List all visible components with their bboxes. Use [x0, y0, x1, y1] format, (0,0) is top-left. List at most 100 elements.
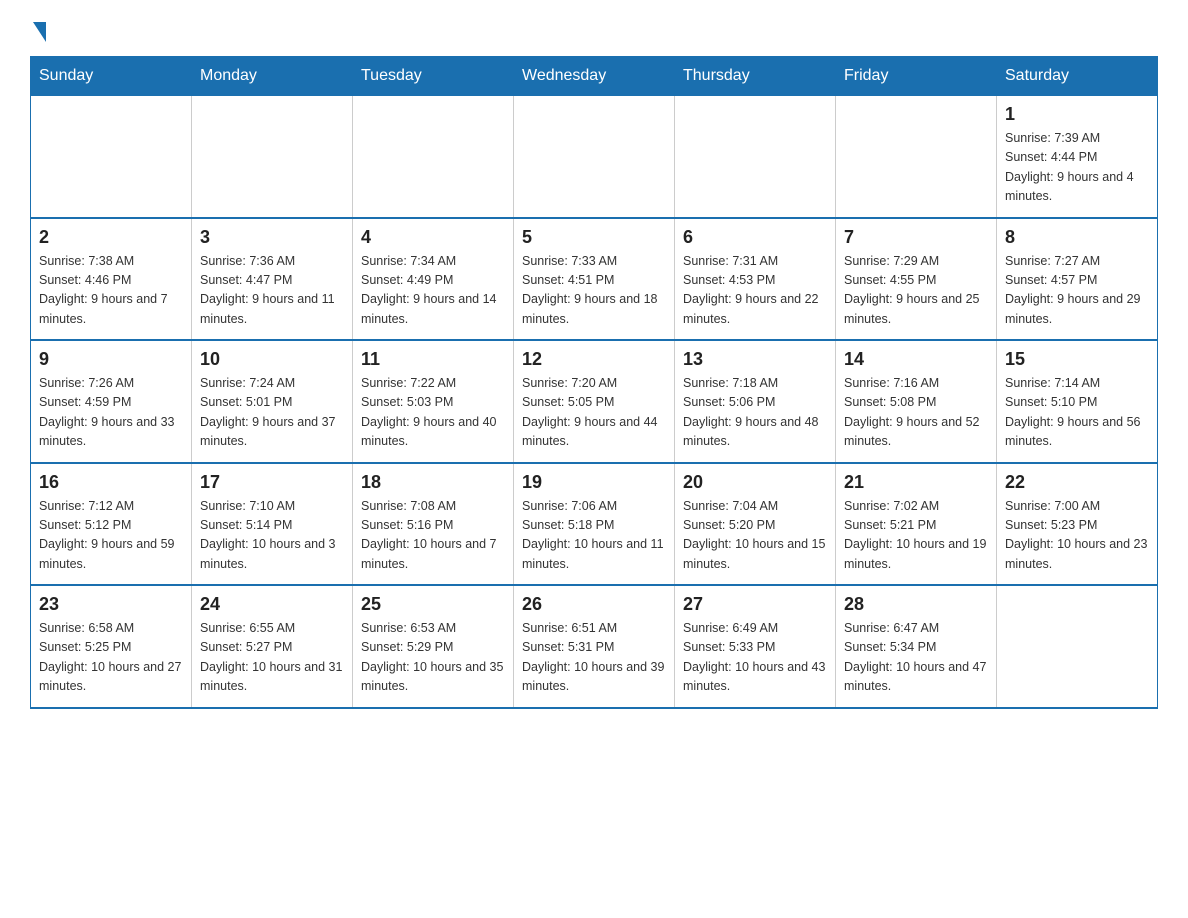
day-of-week-header: Tuesday [353, 57, 514, 96]
calendar-week-row: 23 Sunrise: 6:58 AM Sunset: 5:25 PM Dayli… [31, 585, 1158, 708]
day-info: Sunrise: 7:34 AM Sunset: 4:49 PM Dayligh… [361, 252, 505, 330]
day-info: Sunrise: 6:58 AM Sunset: 5:25 PM Dayligh… [39, 619, 183, 697]
day-number: 21 [844, 472, 988, 493]
logo-arrow-icon [33, 22, 46, 42]
calendar-day-cell: 3 Sunrise: 7:36 AM Sunset: 4:47 PM Daylig… [192, 218, 353, 341]
day-info: Sunrise: 7:16 AM Sunset: 5:08 PM Dayligh… [844, 374, 988, 452]
days-of-week-row: SundayMondayTuesdayWednesdayThursdayFrid… [31, 57, 1158, 96]
calendar-day-cell [514, 96, 675, 218]
day-info: Sunrise: 7:33 AM Sunset: 4:51 PM Dayligh… [522, 252, 666, 330]
calendar-day-cell: 8 Sunrise: 7:27 AM Sunset: 4:57 PM Daylig… [997, 218, 1158, 341]
calendar-day-cell: 19 Sunrise: 7:06 AM Sunset: 5:18 PM Dayli… [514, 463, 675, 586]
calendar-day-cell: 5 Sunrise: 7:33 AM Sunset: 4:51 PM Daylig… [514, 218, 675, 341]
calendar-day-cell: 11 Sunrise: 7:22 AM Sunset: 5:03 PM Dayli… [353, 340, 514, 463]
day-info: Sunrise: 7:38 AM Sunset: 4:46 PM Dayligh… [39, 252, 183, 330]
day-info: Sunrise: 7:20 AM Sunset: 5:05 PM Dayligh… [522, 374, 666, 452]
calendar-day-cell: 25 Sunrise: 6:53 AM Sunset: 5:29 PM Dayli… [353, 585, 514, 708]
day-number: 4 [361, 227, 505, 248]
day-info: Sunrise: 7:39 AM Sunset: 4:44 PM Dayligh… [1005, 129, 1149, 207]
calendar-day-cell: 22 Sunrise: 7:00 AM Sunset: 5:23 PM Dayli… [997, 463, 1158, 586]
day-of-week-header: Sunday [31, 57, 192, 96]
day-info: Sunrise: 6:55 AM Sunset: 5:27 PM Dayligh… [200, 619, 344, 697]
calendar-day-cell: 4 Sunrise: 7:34 AM Sunset: 4:49 PM Daylig… [353, 218, 514, 341]
day-info: Sunrise: 7:12 AM Sunset: 5:12 PM Dayligh… [39, 497, 183, 575]
day-number: 2 [39, 227, 183, 248]
day-number: 23 [39, 594, 183, 615]
calendar-day-cell: 15Sunrise: 7:14 AM Sunset: 5:10 PM Dayli… [997, 340, 1158, 463]
day-info: Sunrise: 7:04 AM Sunset: 5:20 PM Dayligh… [683, 497, 827, 575]
logo [30, 20, 52, 40]
day-number: 22 [1005, 472, 1149, 493]
day-number: 25 [361, 594, 505, 615]
calendar-day-cell [675, 96, 836, 218]
day-info: Sunrise: 7:36 AM Sunset: 4:47 PM Dayligh… [200, 252, 344, 330]
day-info: Sunrise: 7:26 AM Sunset: 4:59 PM Dayligh… [39, 374, 183, 452]
day-number: 5 [522, 227, 666, 248]
day-info: Sunrise: 6:49 AM Sunset: 5:33 PM Dayligh… [683, 619, 827, 697]
calendar-day-cell: 14 Sunrise: 7:16 AM Sunset: 5:08 PM Dayli… [836, 340, 997, 463]
day-number: 8 [1005, 227, 1149, 248]
day-info: Sunrise: 7:22 AM Sunset: 5:03 PM Dayligh… [361, 374, 505, 452]
day-number: 18 [361, 472, 505, 493]
calendar-week-row: 9 Sunrise: 7:26 AM Sunset: 4:59 PM Daylig… [31, 340, 1158, 463]
calendar-day-cell: 1Sunrise: 7:39 AM Sunset: 4:44 PM Daylig… [997, 96, 1158, 218]
calendar-day-cell: 16 Sunrise: 7:12 AM Sunset: 5:12 PM Dayli… [31, 463, 192, 586]
day-info: Sunrise: 7:14 AM Sunset: 5:10 PM Dayligh… [1005, 374, 1149, 452]
calendar-week-row: 1Sunrise: 7:39 AM Sunset: 4:44 PM Daylig… [31, 96, 1158, 218]
day-info: Sunrise: 7:10 AM Sunset: 5:14 PM Dayligh… [200, 497, 344, 575]
page-header [30, 20, 1158, 40]
calendar-day-cell: 2 Sunrise: 7:38 AM Sunset: 4:46 PM Daylig… [31, 218, 192, 341]
calendar-day-cell: 9 Sunrise: 7:26 AM Sunset: 4:59 PM Daylig… [31, 340, 192, 463]
day-info: Sunrise: 7:29 AM Sunset: 4:55 PM Dayligh… [844, 252, 988, 330]
day-info: Sunrise: 6:51 AM Sunset: 5:31 PM Dayligh… [522, 619, 666, 697]
calendar-day-cell [192, 96, 353, 218]
day-number: 26 [522, 594, 666, 615]
day-number: 14 [844, 349, 988, 370]
day-of-week-header: Wednesday [514, 57, 675, 96]
calendar-day-cell: 6 Sunrise: 7:31 AM Sunset: 4:53 PM Daylig… [675, 218, 836, 341]
calendar-day-cell [31, 96, 192, 218]
day-number: 19 [522, 472, 666, 493]
calendar-day-cell: 18Sunrise: 7:08 AM Sunset: 5:16 PM Dayli… [353, 463, 514, 586]
day-number: 6 [683, 227, 827, 248]
calendar-day-cell: 13 Sunrise: 7:18 AM Sunset: 5:06 PM Dayli… [675, 340, 836, 463]
day-number: 9 [39, 349, 183, 370]
calendar-day-cell: 17 Sunrise: 7:10 AM Sunset: 5:14 PM Dayli… [192, 463, 353, 586]
calendar-day-cell: 20 Sunrise: 7:04 AM Sunset: 5:20 PM Dayli… [675, 463, 836, 586]
calendar-week-row: 2 Sunrise: 7:38 AM Sunset: 4:46 PM Daylig… [31, 218, 1158, 341]
calendar-day-cell: 21 Sunrise: 7:02 AM Sunset: 5:21 PM Dayli… [836, 463, 997, 586]
calendar-day-cell [836, 96, 997, 218]
day-number: 16 [39, 472, 183, 493]
calendar-body: 1Sunrise: 7:39 AM Sunset: 4:44 PM Daylig… [31, 96, 1158, 708]
day-info: Sunrise: 7:02 AM Sunset: 5:21 PM Dayligh… [844, 497, 988, 575]
day-info: Sunrise: 7:27 AM Sunset: 4:57 PM Dayligh… [1005, 252, 1149, 330]
calendar-day-cell [997, 585, 1158, 708]
calendar-week-row: 16 Sunrise: 7:12 AM Sunset: 5:12 PM Dayli… [31, 463, 1158, 586]
day-number: 13 [683, 349, 827, 370]
day-number: 7 [844, 227, 988, 248]
calendar-day-cell [353, 96, 514, 218]
day-number: 20 [683, 472, 827, 493]
day-info: Sunrise: 7:31 AM Sunset: 4:53 PM Dayligh… [683, 252, 827, 330]
calendar-day-cell: 12 Sunrise: 7:20 AM Sunset: 5:05 PM Dayli… [514, 340, 675, 463]
day-of-week-header: Saturday [997, 57, 1158, 96]
day-number: 24 [200, 594, 344, 615]
calendar-day-cell: 26 Sunrise: 6:51 AM Sunset: 5:31 PM Dayli… [514, 585, 675, 708]
calendar-day-cell: 28Sunrise: 6:47 AM Sunset: 5:34 PM Dayli… [836, 585, 997, 708]
day-number: 10 [200, 349, 344, 370]
day-number: 12 [522, 349, 666, 370]
calendar-day-cell: 7 Sunrise: 7:29 AM Sunset: 4:55 PM Daylig… [836, 218, 997, 341]
day-info: Sunrise: 7:24 AM Sunset: 5:01 PM Dayligh… [200, 374, 344, 452]
day-number: 11 [361, 349, 505, 370]
day-info: Sunrise: 7:00 AM Sunset: 5:23 PM Dayligh… [1005, 497, 1149, 575]
day-number: 27 [683, 594, 827, 615]
day-info: Sunrise: 6:53 AM Sunset: 5:29 PM Dayligh… [361, 619, 505, 697]
day-number: 17 [200, 472, 344, 493]
day-of-week-header: Thursday [675, 57, 836, 96]
day-info: Sunrise: 7:18 AM Sunset: 5:06 PM Dayligh… [683, 374, 827, 452]
day-number: 3 [200, 227, 344, 248]
day-number: 28 [844, 594, 988, 615]
calendar-day-cell: 27 Sunrise: 6:49 AM Sunset: 5:33 PM Dayli… [675, 585, 836, 708]
calendar-day-cell: 24 Sunrise: 6:55 AM Sunset: 5:27 PM Dayli… [192, 585, 353, 708]
day-info: Sunrise: 7:06 AM Sunset: 5:18 PM Dayligh… [522, 497, 666, 575]
